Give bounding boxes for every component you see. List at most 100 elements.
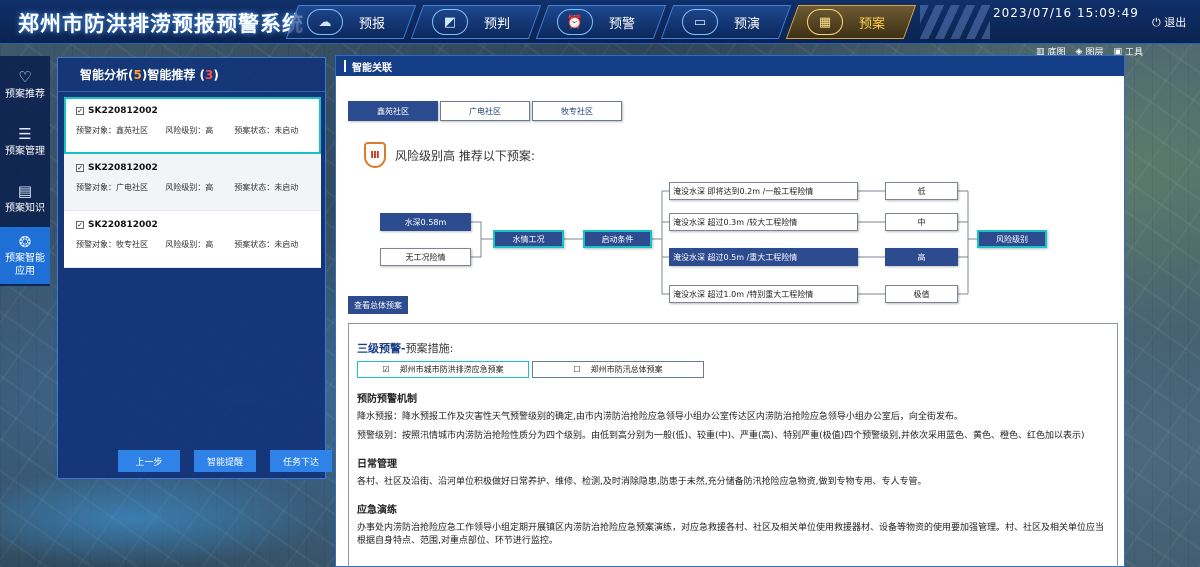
sidebar-item-label: 预案推荐: [5, 88, 45, 100]
app-header: 郑州市防洪排涝预报预警系统 ☁ 预报 ◩ 预判 ⏰ 预警 ▭ 预演 ▦ 预案 2…: [0, 0, 1200, 44]
plan-option-overall[interactable]: ☐ 郑州市防汛总体预案: [532, 361, 704, 378]
smart-remind-button[interactable]: 智能提醒: [194, 450, 256, 472]
nav-plan-label: 预案: [859, 16, 886, 32]
checkbox-icon[interactable]: ✓: [76, 107, 84, 115]
screen-icon: ▭: [682, 9, 718, 35]
case-level: 风险级别：高: [165, 240, 214, 249]
sidebar-item-label: 预案管理: [5, 145, 45, 157]
analysis-panel-title: 智能分析(5)智能推荐 (3): [58, 58, 325, 92]
nav-plan[interactable]: ▦ 预案: [785, 5, 917, 39]
list-item[interactable]: ✓ SK220812002 预警对象：广电社区 风险级别：高 预案状态：未启动: [64, 154, 321, 211]
exit-button[interactable]: ⏻ 退出: [1152, 14, 1186, 30]
level-medium[interactable]: 中: [885, 213, 958, 231]
section-paragraph: 办事处内涝防治抢险应急工作领导小组定期开展镇区内涝防治抢险应急预案演练，对应急救…: [357, 523, 1105, 547]
section-paragraph: 各村、社区及沿街、沿河单位积极做好日常养护、维修、检测,及时消除隐患,防患于未然…: [357, 477, 927, 488]
nav-prejudge-label: 预判: [484, 16, 511, 32]
case-id: SK220812002: [88, 106, 158, 116]
chart-icon: ◩: [432, 9, 468, 35]
section-title: 预防预警机制: [357, 394, 417, 405]
case-status: 预案状态：未启动: [234, 126, 299, 135]
app-title: 郑州市防洪排涝预报预警系统: [18, 12, 304, 36]
plan-heading: 三级预警-预案措施:: [357, 340, 1109, 356]
input-no-danger[interactable]: 无工况险情: [380, 248, 471, 266]
nav-warning[interactable]: ⏰ 预警: [535, 5, 667, 39]
case-id: SK220812002: [88, 163, 158, 173]
nav-forecast-label: 预报: [359, 16, 386, 32]
task-dispatch-button[interactable]: 任务下达: [270, 450, 332, 472]
bulb-icon: ♡: [18, 67, 32, 86]
case-target: 预警对象：鑫苑社区: [76, 126, 148, 135]
panel-button-group: 上一步 智能提醒 任务下达: [118, 450, 332, 472]
alarm-icon: ⏰: [557, 9, 593, 35]
hub-start-condition[interactable]: 启动条件: [583, 230, 652, 248]
sidebar-item-label: 预案知识: [5, 202, 45, 214]
prev-step-button[interactable]: 上一步: [118, 450, 180, 472]
output-risk-level[interactable]: 风险级别: [977, 230, 1047, 248]
plan-heading-bold: 三级预警-: [357, 342, 406, 355]
nav-rehearsal[interactable]: ▭ 预演: [660, 5, 792, 39]
sidebar-item-recommend[interactable]: ♡ 预案推荐: [0, 56, 50, 113]
case-target: 预警对象：牧专社区: [76, 240, 148, 249]
plan-option-label: 郑州市防汛总体预案: [590, 365, 663, 374]
view-overall-plan-button[interactable]: 查看总体预案: [348, 296, 408, 314]
recommend-count: 3: [205, 67, 214, 82]
cloud-icon: ☁: [307, 9, 343, 35]
map-water-area: [0, 470, 330, 567]
title-prefix: 智能分析(: [80, 68, 134, 82]
condition-2[interactable]: 淹没水深 超过0.3m /较大工程险情: [669, 213, 858, 231]
section-title: 应急演练: [357, 505, 397, 517]
knowledge-icon: ▤: [17, 181, 33, 200]
checkbox-icon[interactable]: ✓: [76, 221, 84, 229]
nav-rehearsal-label: 预演: [734, 16, 761, 32]
sidebar-item-smart-app[interactable]: ❂ 预案智能应用: [0, 227, 50, 284]
case-level: 风险级别：高: [165, 126, 214, 135]
tools-label: 工具: [1124, 48, 1143, 58]
plan-options: ☑ 郑州市城市防洪排涝应急预案 ☐ 郑州市防汛总体预案: [357, 361, 1109, 378]
title-suffix: ): [213, 67, 219, 82]
level-low[interactable]: 低: [885, 182, 958, 200]
nav-forecast[interactable]: ☁ 预报: [285, 5, 417, 39]
left-sidebar: ♡ 预案推荐 ☰ 预案管理 ▤ 预案知识 ❂ 预案智能应用: [0, 56, 50, 286]
case-status: 预案状态：未启动: [234, 183, 299, 192]
nav-prejudge[interactable]: ◩ 预判: [410, 5, 542, 39]
title-mid: )智能推荐 (: [141, 68, 206, 82]
condition-3[interactable]: 淹没水深 超过0.5m /重大工程险情: [669, 248, 858, 266]
plan-measures-box: 三级预警-预案措施: ☑ 郑州市城市防洪排涝应急预案 ☐ 郑州市防汛总体预案 预…: [348, 323, 1118, 567]
power-icon: ⏻: [1152, 16, 1161, 29]
sidebar-item-manage[interactable]: ☰ 预案管理: [0, 113, 50, 170]
plan-option-city[interactable]: ☑ 郑州市城市防洪排涝应急预案: [357, 361, 529, 378]
plan-option-label: 郑州市城市防洪排涝应急预案: [399, 365, 504, 374]
input-water-depth[interactable]: 水深0.58m: [380, 213, 471, 231]
list-item[interactable]: ✓ SK220812002 预警对象：牧专社区 风险级别：高 预案状态：未启动: [64, 211, 321, 268]
sidebar-item-label: 预案智能应用: [5, 253, 45, 277]
case-level: 风险级别：高: [165, 183, 214, 192]
analysis-panel: 智能分析(5)智能推荐 (3) ✓ SK220812002 预警对象：鑫苑社区 风…: [57, 57, 332, 479]
hub-water-condition[interactable]: 水情工况: [493, 230, 564, 248]
condition-1[interactable]: 淹没水深 即将达到0.2m /一般工程险情: [669, 182, 858, 200]
case-target: 预警对象：广电社区: [76, 183, 148, 192]
sidebar-item-knowledge[interactable]: ▤ 预案知识: [0, 170, 50, 227]
document-icon: ☰: [18, 124, 32, 143]
exit-label: 退出: [1164, 16, 1187, 29]
nav-warning-label: 预警: [609, 16, 636, 32]
checkbox-checked-icon: ☑: [382, 365, 390, 374]
level-high[interactable]: 高: [885, 248, 958, 266]
smart-association-panel: 智能关联 鑫苑社区 广电社区 牧专社区 Ⅲ 风险级别高 推荐以下预案: 水深0.…: [335, 55, 1125, 567]
analysis-count: 5: [133, 67, 142, 82]
list-item[interactable]: ✓ SK220812002 预警对象：鑫苑社区 风险级别：高 预案状态：未启动: [64, 97, 321, 154]
datetime: 2023/07/16 15:09:49: [993, 6, 1139, 20]
grid-icon: ▦: [807, 9, 843, 35]
section-title: 日常管理: [357, 459, 397, 471]
case-list: ✓ SK220812002 预警对象：鑫苑社区 风险级别：高 预案状态：未启动 ✓…: [64, 97, 321, 268]
brain-icon: ❂: [18, 232, 32, 251]
case-status: 预案状态：未启动: [234, 240, 299, 249]
section-paragraph: 预警级别：按照汛情城市内涝防治抢险性质分为四个级别。由低到高分别为一般(低)、较…: [357, 431, 1085, 442]
checkbox-empty-icon: ☐: [573, 365, 581, 374]
condition-4[interactable]: 淹没水深 超过1.0m /特别重大工程险情: [669, 285, 858, 303]
plan-heading-rest: 预案措施:: [405, 342, 454, 355]
case-id: SK220812002: [88, 220, 158, 230]
checkbox-icon[interactable]: ✓: [76, 164, 84, 172]
level-extreme[interactable]: 极值: [885, 285, 958, 303]
flowchart-connectors: [471, 190, 977, 295]
section-paragraph: 降水预报：降水预报工作及灾害性天气预警级别的确定,由市内涝防治抢险应急领导小组办…: [357, 412, 963, 422]
